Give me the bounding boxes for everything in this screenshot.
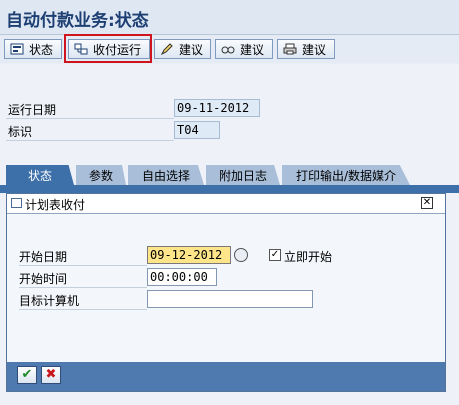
checkmark-icon: ✔: [21, 367, 33, 382]
tab-label: 参数: [88, 168, 113, 183]
target-computer-field[interactable]: [147, 290, 313, 308]
run-date-label: 运行日期: [8, 103, 57, 117]
status-icon: [10, 43, 24, 55]
start-date-label: 开始日期: [19, 250, 68, 264]
tab-label: 状态: [27, 168, 52, 183]
printer-icon: [283, 43, 297, 55]
run-date-field: 09-11-2012: [174, 99, 260, 117]
tab-label: 自由选择: [141, 168, 190, 183]
title-bar: 自动付款业务:状态: [0, 0, 459, 35]
status-button[interactable]: 状态: [4, 39, 62, 59]
proposal-display-button-label: 建议: [240, 42, 265, 57]
payment-run-button-label: 收付运行: [93, 42, 142, 57]
schedule-payment-dialog: 计划表收付 ✕ 开始日期 09-12-2012 ✓ 立即开始 开始时间 00:0…: [6, 193, 446, 392]
tab-free-selection[interactable]: 自由选择: [128, 165, 204, 185]
start-time-field[interactable]: 00:00:00: [147, 268, 217, 286]
dialog-footer: ✔ ✖: [7, 362, 445, 391]
dialog-body: 开始日期 09-12-2012 ✓ 立即开始 开始时间 00:00:00 目标计…: [7, 214, 445, 369]
divider: [6, 140, 174, 141]
calendar-help-icon[interactable]: [234, 248, 248, 262]
proposal-print-button[interactable]: 建议: [277, 39, 335, 59]
start-immediately-checkbox[interactable]: ✓: [269, 249, 281, 261]
start-immediately-label: 立即开始: [284, 250, 333, 264]
status-button-label: 状态: [29, 42, 54, 57]
divider: [19, 287, 147, 288]
target-computer-label: 目标计算机: [19, 294, 80, 308]
tab-label: 附加日志: [218, 168, 267, 183]
proposal-edit-button-label: 建议: [179, 42, 204, 57]
tab-status[interactable]: 状态: [6, 165, 74, 185]
dialog-window-icon: [11, 198, 22, 208]
id-label: 标识: [8, 125, 33, 139]
cancel-icon: ✖: [45, 367, 57, 382]
tab-panel-edge: [0, 185, 459, 193]
proposal-print-button-label: 建议: [302, 42, 327, 57]
divider: [6, 118, 174, 119]
tab-parameters[interactable]: 参数: [76, 165, 126, 185]
divider: [19, 309, 147, 310]
close-icon[interactable]: ✕: [421, 197, 433, 209]
proposal-edit-button[interactable]: 建议: [154, 39, 211, 59]
glasses-icon: [221, 43, 235, 55]
application-toolbar: 状态 收付运行 建议 建议 建议: [0, 35, 459, 63]
dialog-title-bar: 计划表收付 ✕: [7, 194, 445, 214]
cancel-button[interactable]: ✖: [41, 366, 61, 384]
start-time-label: 开始时间: [19, 272, 68, 286]
start-date-field[interactable]: 09-12-2012: [147, 246, 231, 264]
tab-strip: 状态 参数 自由选择 附加日志 打印输出/数据媒介: [0, 165, 459, 185]
divider: [19, 265, 147, 266]
payment-run-button[interactable]: 收付运行: [68, 39, 150, 59]
tab-additional-log[interactable]: 附加日志: [206, 165, 280, 185]
proposal-display-button[interactable]: 建议: [215, 39, 273, 59]
dialog-title: 计划表收付: [25, 198, 86, 212]
tab-printout-data-medium[interactable]: 打印输出/数据媒介: [282, 165, 410, 185]
tab-label: 打印输出/数据媒介: [295, 168, 397, 183]
id-field: T04: [174, 121, 220, 139]
pencil-icon: [160, 43, 174, 56]
window-title: 自动付款业务:状态: [6, 11, 149, 31]
confirm-button[interactable]: ✔: [17, 366, 37, 384]
payment-run-icon: [74, 43, 88, 55]
